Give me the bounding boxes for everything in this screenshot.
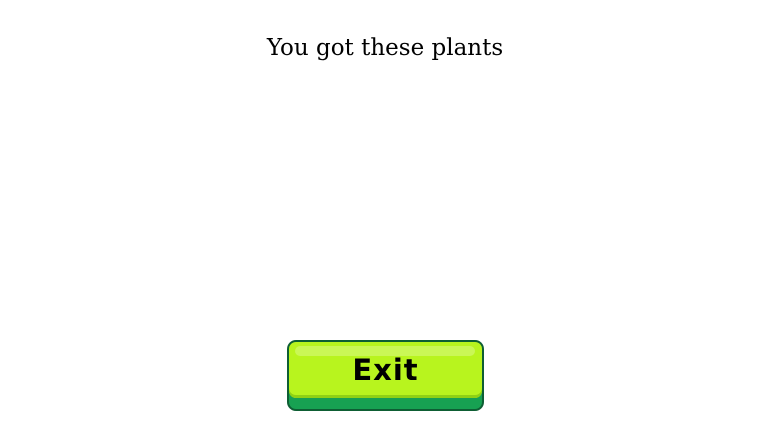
plants-area — [60, 80, 710, 320]
exit-button-label: Exit — [352, 353, 419, 387]
exit-button[interactable]: Exit — [287, 340, 484, 411]
page-title: You got these plants — [266, 35, 504, 61]
